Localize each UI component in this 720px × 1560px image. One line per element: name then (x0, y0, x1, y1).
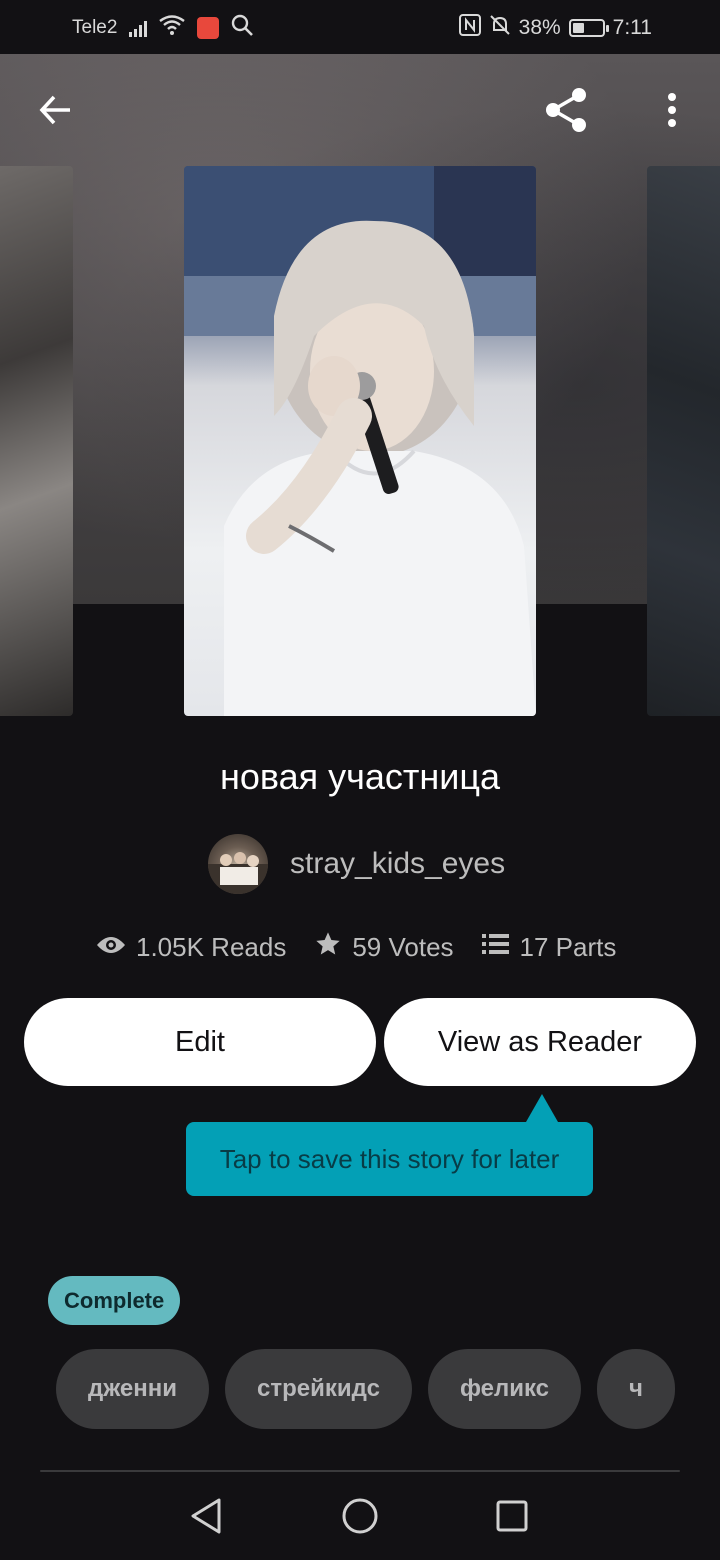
battery-icon (568, 19, 609, 37)
system-nav-bar (0, 1476, 720, 1560)
reads-count: 1.05K Reads (136, 932, 287, 962)
story-stats: 1.05K Reads 59 Votes 17 Parts (96, 930, 644, 965)
clock: 7:11 (612, 16, 652, 39)
status-left: Tele2 (72, 14, 254, 42)
next-cover-image[interactable] (647, 166, 720, 716)
save-story-tooltip[interactable]: Tap to save this story for later (186, 1094, 593, 1196)
share-icon (543, 86, 591, 139)
recents-square-icon (495, 1499, 529, 1538)
back-arrow-icon (36, 90, 76, 135)
status-right: 38% 7:11 (458, 14, 652, 42)
search-icon (231, 14, 254, 42)
tag-item[interactable]: стрейкидс (225, 1349, 412, 1429)
nav-back-button[interactable] (171, 1488, 241, 1548)
parts-count: 17 Parts (519, 932, 617, 962)
avatar[interactable] (208, 834, 268, 894)
bell-muted-icon (489, 14, 511, 42)
story-cover-image[interactable] (184, 166, 536, 716)
battery-percent: 38% (518, 16, 561, 39)
parts-stat: 17 Parts (481, 932, 617, 963)
tag-list: дженни стрейкидс феликс ч (56, 1349, 688, 1429)
status-badge: Complete (48, 1276, 181, 1325)
tag-item[interactable]: дженни (56, 1349, 210, 1429)
battery-fill (572, 23, 584, 33)
home-circle-icon (341, 1497, 379, 1540)
list-icon (481, 932, 510, 963)
share-button[interactable] (537, 82, 597, 142)
story-title: новая участница (219, 756, 501, 797)
tag-item[interactable]: феликс (427, 1349, 582, 1429)
tooltip-text: Tap to save this story for later (219, 1143, 560, 1174)
nav-recents-button[interactable] (477, 1488, 547, 1548)
status-bar: Tele2 38% 7:11 (0, 0, 720, 54)
tag-item[interactable]: ч (597, 1349, 675, 1429)
votes-stat: 59 Votes (314, 930, 454, 965)
section-divider (40, 1470, 680, 1472)
nfc-icon (458, 14, 481, 42)
nav-home-button[interactable] (325, 1488, 395, 1548)
reads-stat: 1.05K Reads (96, 932, 286, 963)
more-options-button[interactable] (642, 82, 702, 142)
more-vert-icon (667, 92, 677, 133)
wifi-icon (159, 15, 186, 41)
carrier-label: Tele2 (72, 17, 118, 38)
back-button[interactable] (26, 82, 86, 142)
back-triangle-icon (189, 1497, 223, 1540)
eye-icon (96, 932, 126, 963)
cover-illustration (184, 166, 536, 716)
author-link[interactable]: stray_kids_eyes (208, 834, 505, 894)
votes-count: 59 Votes (352, 932, 454, 962)
app-badge-icon (197, 17, 220, 39)
edit-button[interactable]: Edit (24, 998, 376, 1086)
author-name[interactable]: stray_kids_eyes (290, 847, 505, 881)
star-icon (314, 930, 342, 965)
view-as-reader-button[interactable]: View as Reader (384, 998, 696, 1086)
signal-icon (129, 19, 148, 37)
previous-cover-image[interactable] (0, 166, 73, 716)
